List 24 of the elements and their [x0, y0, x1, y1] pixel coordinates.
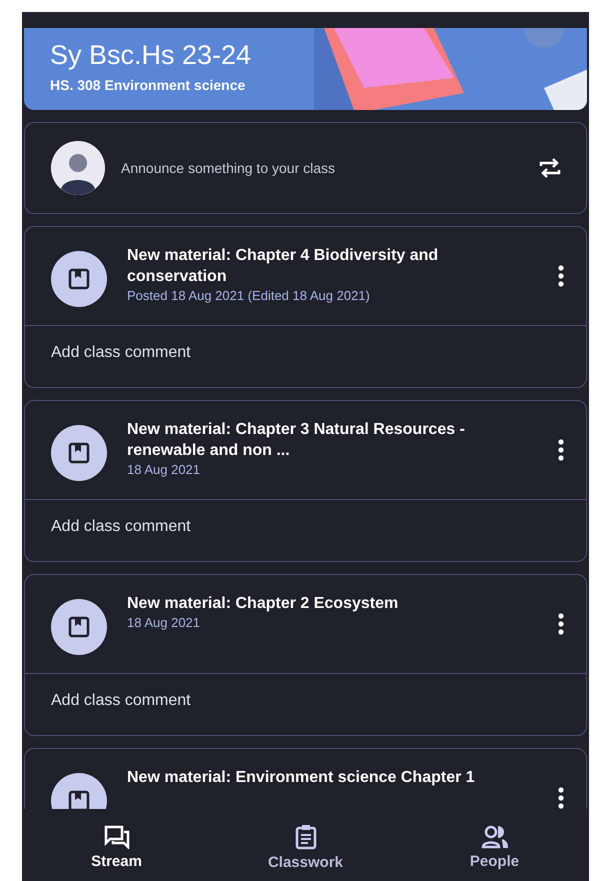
post-card[interactable]: New material: Chapter 2 Ecosystem 18 Aug 2021 Add class comment	[24, 574, 587, 736]
chat-icon	[104, 824, 130, 848]
people-icon	[480, 824, 508, 848]
avatar-icon	[51, 141, 105, 195]
post-title: New material: Environment science Chapter 1	[127, 768, 476, 788]
post-card[interactable]: New material: Chapter 3 Natural Resources - renewable and non ... 18 Aug 2021 Add class comment	[24, 400, 587, 562]
post-title: New material: Chapter 4 Biodiversity and conservation	[127, 246, 440, 287]
nav-tab[interactable]: People	[434, 824, 554, 870]
clipboard-icon	[294, 824, 316, 850]
class-subtitle: HS. 308 Environment science	[50, 77, 246, 93]
nav-tab[interactable]: Classwork	[246, 822, 366, 872]
post-date: 18 Aug 2021	[127, 615, 202, 630]
repost-icon[interactable]	[538, 156, 562, 180]
class-title: Sy Bsc.Hs 23-24	[50, 40, 252, 71]
nav-tab[interactable]: Stream	[56, 824, 176, 870]
post-title: New material: Chapter 2 Ecosystem	[127, 594, 400, 614]
announce-field[interactable]: Announce something to your class	[121, 156, 522, 180]
post-card[interactable]: New material: Chapter 4 Biodiversity and conservation Posted 18 Aug 2021 (Edited 18 Aug 2021) Add class comment	[24, 226, 587, 388]
add-comment-field[interactable]: Add class comment	[25, 499, 586, 561]
post-date: 18 Aug 2021	[127, 462, 202, 477]
add-comment-field[interactable]: Add class comment	[25, 325, 586, 387]
post-title: New material: Chapter 3 Natural Resources - renewable and non ...	[127, 420, 466, 461]
post-date: Posted 18 Aug 2021 (Edited 18 Aug 2021)	[127, 288, 371, 303]
add-comment-field[interactable]: Add class comment	[25, 673, 586, 735]
